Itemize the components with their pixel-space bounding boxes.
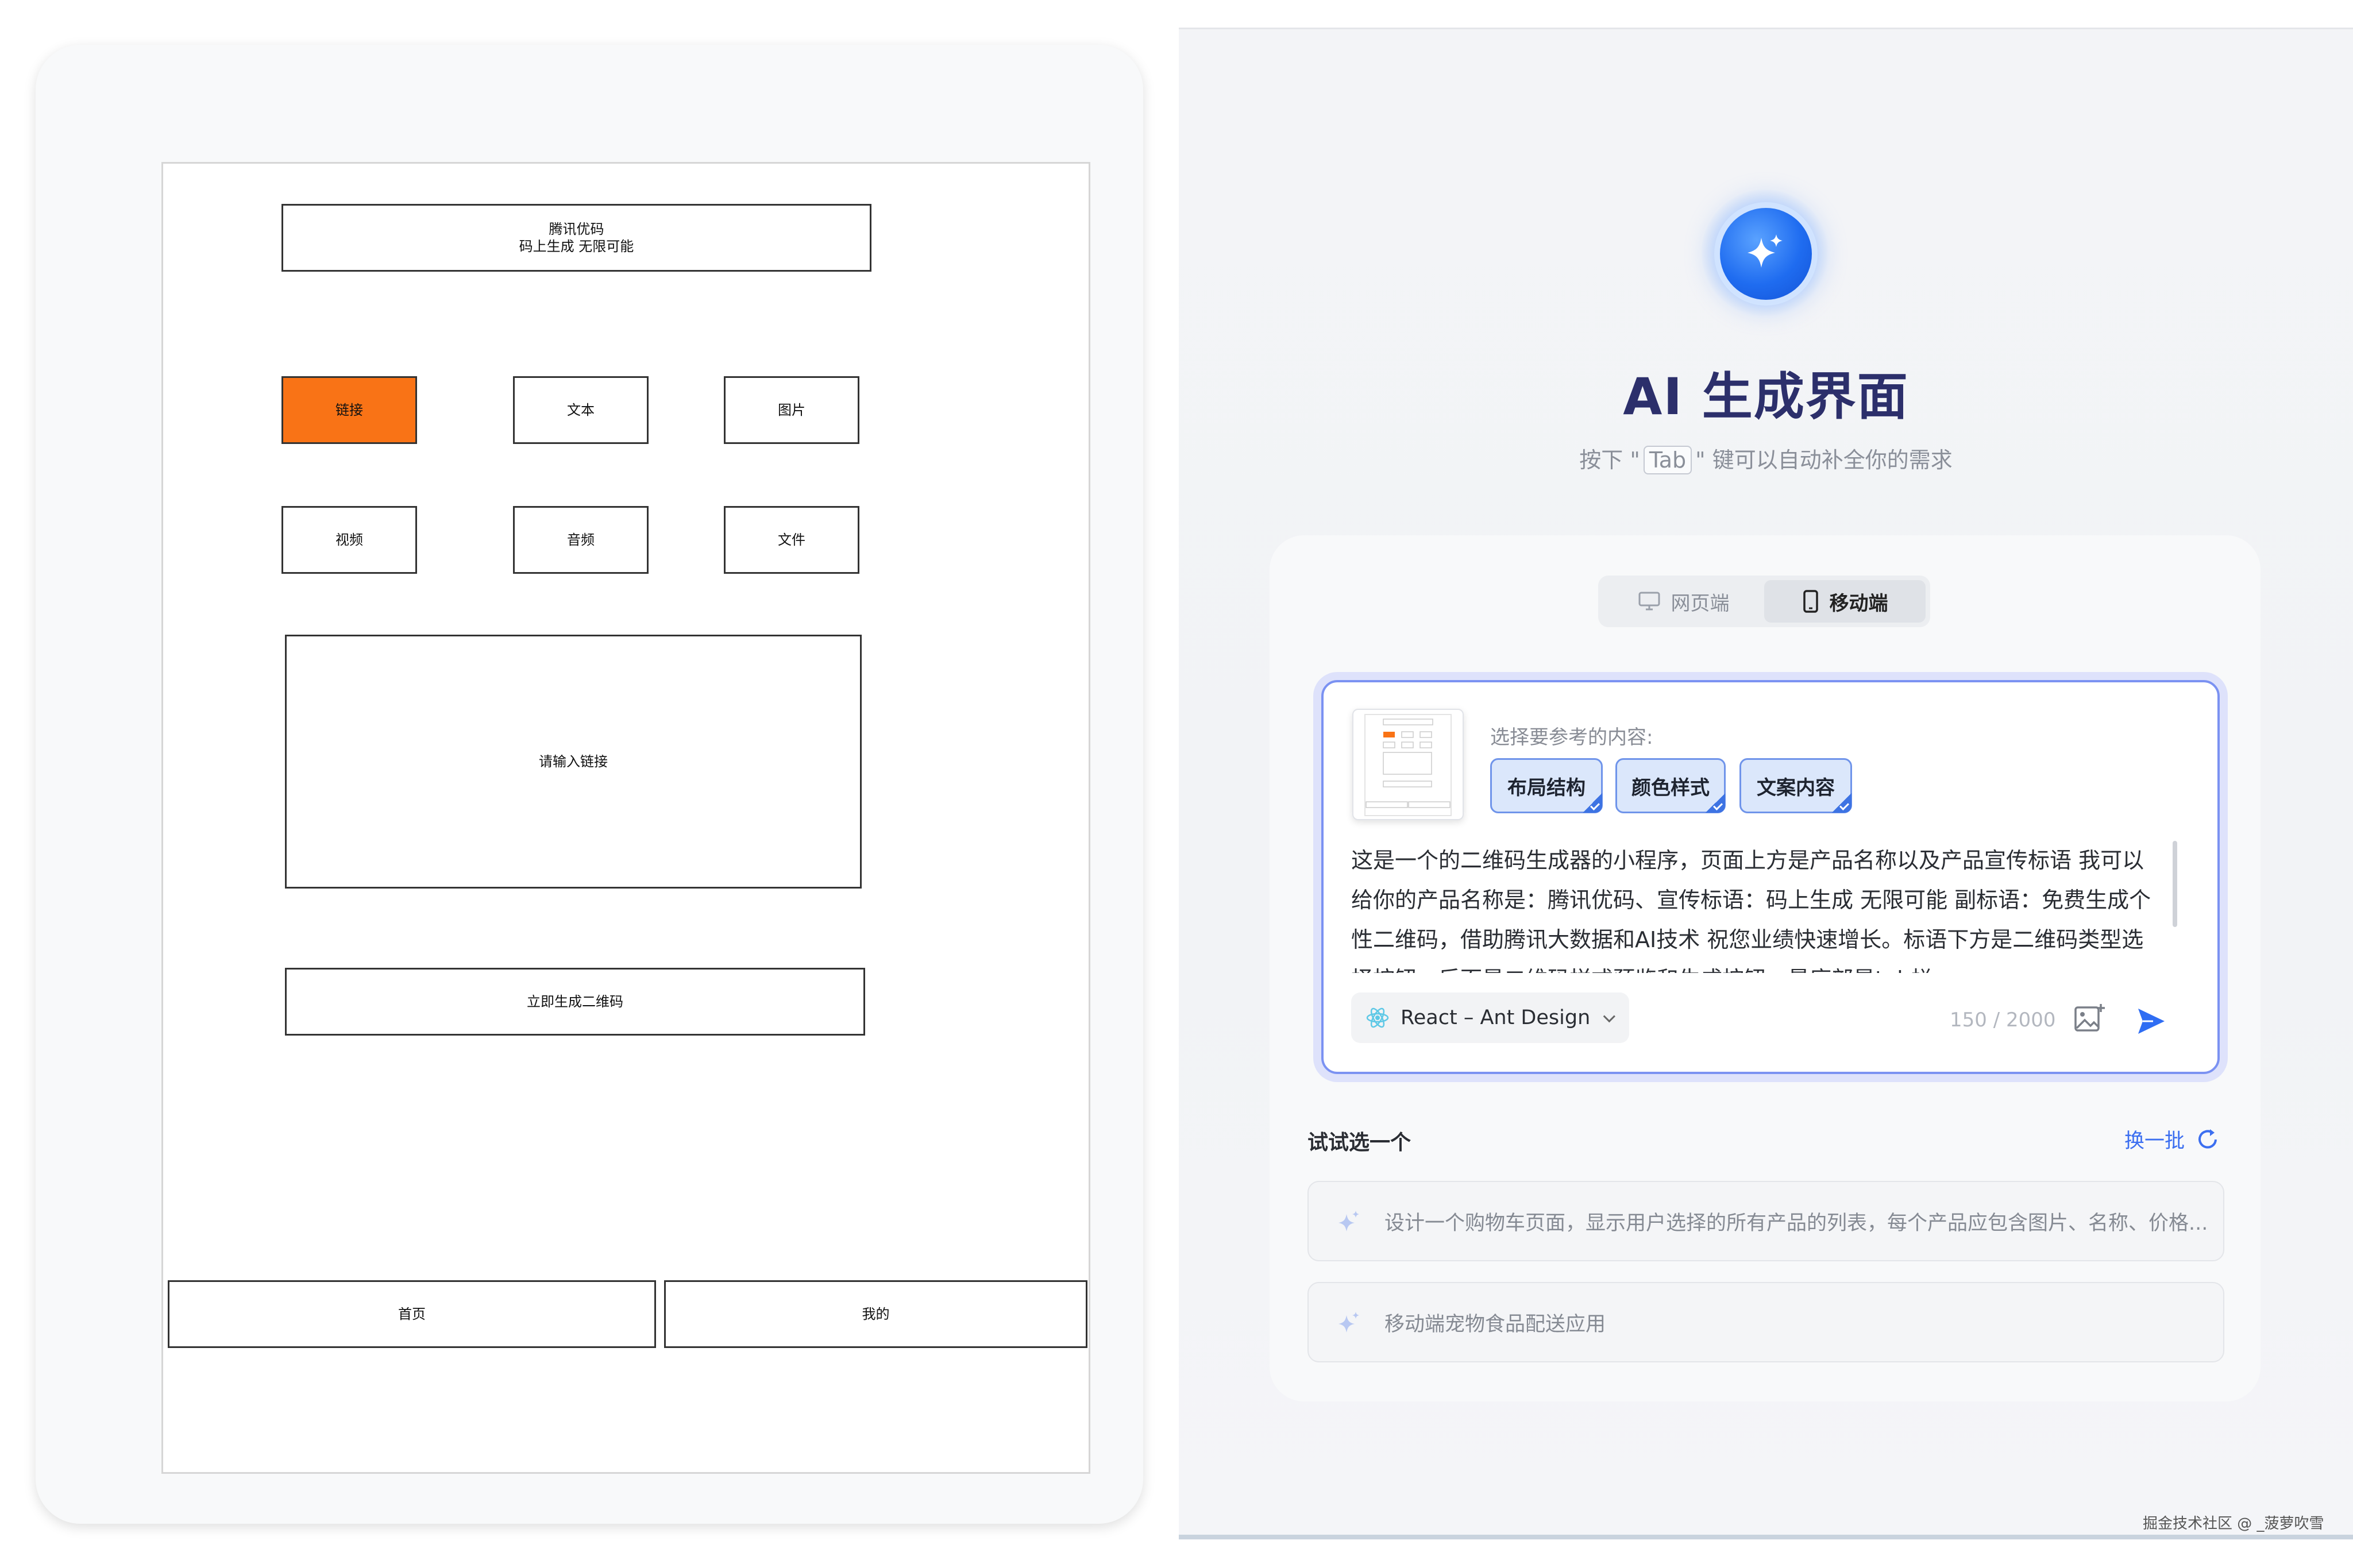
- chip-color-style-label: 颜色样式: [1631, 776, 1710, 800]
- page-title: AI 生成界面: [1623, 367, 1909, 426]
- wireframe-tab-home[interactable]: 首页: [168, 1280, 656, 1348]
- react-icon: [1366, 1007, 1389, 1028]
- reference-label: 选择要参考的内容:: [1490, 726, 1653, 749]
- wireframe-page: 腾讯优码 码上生成 无限可能 链接 文本 图片 视频 音频 文件 请输入链接 立…: [161, 162, 1090, 1474]
- wireframe-type-text[interactable]: 文本: [513, 376, 649, 444]
- refresh-icon: [2198, 1129, 2217, 1148]
- suggestion-item[interactable]: 移动端宠物食品配送应用: [1307, 1282, 2224, 1362]
- wireframe-generate-button[interactable]: 立即生成二维码: [285, 968, 865, 1036]
- device-toggle: 网页端 移动端: [1598, 576, 1930, 627]
- suggestion-text: 设计一个购物车页面，显示用户选择的所有产品的列表，每个产品应包含图片、名称、价格…: [1384, 1211, 2208, 1235]
- send-icon[interactable]: [2134, 1004, 2168, 1038]
- wireframe-type-file[interactable]: 文件: [724, 506, 859, 574]
- framework-select[interactable]: React – Ant Design: [1351, 992, 1629, 1043]
- refresh-suggestions-button[interactable]: 换一批: [2124, 1125, 2220, 1154]
- reference-thumbnail[interactable]: [1352, 709, 1464, 820]
- wireframe-type-link[interactable]: 链接: [281, 376, 417, 444]
- prompt-scrollbar[interactable]: [2173, 841, 2177, 927]
- page-subtitle: 按下 " Tab " 键可以自动补全你的需求: [1179, 442, 2353, 474]
- chip-layout[interactable]: 布局结构: [1490, 758, 1603, 813]
- chip-copy-content[interactable]: 文案内容: [1739, 758, 1852, 813]
- check-corner-icon: [1706, 793, 1725, 813]
- wireframe-type-image[interactable]: 图片: [724, 376, 859, 444]
- panel-bottom-border: [1179, 1535, 2353, 1539]
- wireframe-thumbnail-image: [1364, 714, 1452, 816]
- subtitle-prefix: 按下 ": [1579, 447, 1640, 473]
- chevron-down-icon: [1603, 1010, 1615, 1022]
- wireframe-tab-mine[interactable]: 我的: [664, 1280, 1087, 1348]
- ai-logo: [1720, 208, 1812, 300]
- device-option-mobile[interactable]: 移动端: [1764, 580, 1926, 623]
- chip-layout-label: 布局结构: [1507, 776, 1586, 800]
- check-corner-icon: [1832, 793, 1851, 813]
- prompt-input-card[interactable]: 选择要参考的内容: 布局结构 颜色样式 文案内容 这是一个的二维码生成器的小程序…: [1321, 680, 2220, 1074]
- check-corner-icon: [1583, 793, 1602, 813]
- mobile-phone-icon: [1803, 590, 1818, 613]
- wireframe-slogan: 码上生成 无限可能: [519, 238, 634, 254]
- sparkle-icon: [1338, 1211, 1359, 1231]
- wireframe-type-audio[interactable]: 音频: [513, 506, 649, 574]
- prompt-textarea[interactable]: 这是一个的二维码生成器的小程序，页面上方是产品名称以及产品宣传标语 我可以给你的…: [1351, 841, 2161, 973]
- subtitle-suffix: " 键可以自动补全你的需求: [1695, 447, 1953, 473]
- watermark: 掘金技术社区 @ _菠萝吹雪: [2143, 1515, 2324, 1532]
- refresh-label: 换一批: [2124, 1130, 2185, 1153]
- device-option-mobile-label: 移动端: [1829, 592, 1888, 615]
- sparkle-icon: [1338, 1312, 1359, 1333]
- wireframe-product-name: 腾讯优码: [549, 221, 604, 237]
- suggestions-title: 试试选一个: [1307, 1131, 1411, 1154]
- framework-label: React – Ant Design: [1401, 1006, 1591, 1029]
- suggestion-text: 移动端宠物食品配送应用: [1384, 1312, 1606, 1336]
- device-option-web-label: 网页端: [1671, 592, 1730, 615]
- suggestion-item[interactable]: 设计一个购物车页面，显示用户选择的所有产品的列表，每个产品应包含图片、名称、价格…: [1307, 1181, 2224, 1261]
- monitor-icon: [1638, 592, 1660, 611]
- device-option-web[interactable]: 网页端: [1603, 580, 1764, 623]
- chip-color-style[interactable]: 颜色样式: [1615, 758, 1726, 813]
- char-count: 150 / 2000: [1950, 1009, 2056, 1032]
- image-upload-icon[interactable]: [2072, 1002, 2107, 1036]
- wireframe-type-video[interactable]: 视频: [281, 506, 417, 574]
- sparkle-icon: [1748, 234, 1783, 268]
- tab-key-hint: Tab: [1643, 446, 1692, 474]
- wireframe-link-input[interactable]: 请输入链接: [285, 635, 862, 889]
- wireframe-header: 腾讯优码 码上生成 无限可能: [281, 204, 871, 272]
- chip-copy-content-label: 文案内容: [1757, 776, 1835, 800]
